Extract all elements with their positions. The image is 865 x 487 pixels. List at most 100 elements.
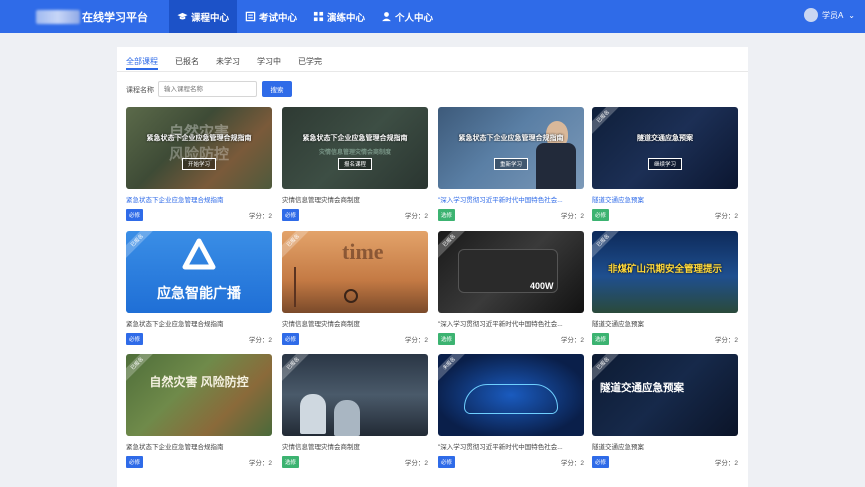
enrolled-ribbon: 已报名 [282,231,314,262]
required-badge: 必修 [126,456,144,468]
thumbnail-title: 隧道交通应急预案 [637,135,693,142]
course-thumbnail[interactable]: 已报名 隧道交通应急预案 [592,354,738,436]
course-card[interactable]: 已报名 应急智能广播 紧急状态下企业应急管理合规指南 必修 学分：2 [126,231,272,345]
enrolled-ribbon: 已报名 [126,231,158,262]
required-badge: 必修 [282,209,300,221]
elective-badge: 选修 [592,333,610,345]
credit: 学分：2 [714,337,738,344]
thumbnail-title: 紧急状态下企业应急管理合规指南 [146,135,252,142]
tab-not-started[interactable]: 未学习 [216,54,240,70]
course-title[interactable]: 灾情信息管理灾情会商制度 [282,318,428,327]
user-icon [382,12,391,22]
search-button[interactable]: 搜索 [262,81,292,97]
course-title[interactable]: "深入学习贯彻习近平新时代中国特色社会... [438,441,584,450]
required-badge: 必修 [126,333,144,345]
credit: 学分：2 [560,460,584,467]
broadcast-logo-icon [182,238,216,270]
course-thumbnail[interactable]: 灾情信息管理灾情会商制度 紧急状态下企业应急管理合规指南 报名课程 [282,107,428,189]
elective-badge: 选修 [438,209,456,221]
course-title[interactable]: 紧急状态下企业应急管理合规指南 [126,318,272,327]
enrolled-ribbon: 已报名 [282,354,314,385]
course-card[interactable]: 已报名 隧道交通应急预案 继续学习 隧道交通应急预案 必修 学分：2 [592,107,738,221]
course-title[interactable]: 紧急状态下企业应急管理合规指南 [126,194,272,203]
exam-icon [245,11,256,22]
course-title[interactable]: "深入学习贯彻习近平新时代中国特色社会... [438,318,584,327]
main-nav: 课程中心 考试中心 演练中心 个人中心 [169,0,441,33]
thumbnail-title: 应急智能广播 [157,285,241,301]
credit: 学分：2 [714,460,738,467]
course-card[interactable]: 已报名 隧道交通应急预案 隧道交通应急预案 必修 学分：2 [592,354,738,468]
course-tabs: 全部课程 已报名 未学习 学习中 已学完 [126,54,339,70]
course-title[interactable]: "深入学习贯彻习近平新时代中国特色社会... [438,194,584,203]
credit: 学分：2 [248,460,272,467]
course-card[interactable]: 已报名 自然灾害 风险防控 紧急状态下企业应急管理合规指南 必修 学分：2 [126,354,272,468]
nav-exam-center[interactable]: 考试中心 [237,0,305,33]
enroll-course-button[interactable]: 报名课程 [337,158,373,170]
required-badge: 必修 [592,456,610,468]
required-badge: 必修 [126,209,144,221]
course-name-input[interactable] [158,81,257,97]
course-thumbnail[interactable]: 已报名 非煤矿山汛期安全管理提示 [592,231,738,313]
course-card[interactable]: 灾情信息管理灾情会商制度 紧急状态下企业应急管理合规指南 报名课程 灾情信息管理… [282,107,428,221]
course-card[interactable]: 已报名 灾情信息管理灾情会商制度 选修 学分：2 [282,354,428,468]
course-title[interactable]: 隧道交通应急预案 [592,194,738,203]
decorative-text: time [342,239,384,264]
course-thumbnail[interactable]: 已报名 隧道交通应急预案 继续学习 [592,107,738,189]
course-thumbnail[interactable]: 已报名 400W [438,231,584,313]
user-name: 学员A [821,10,844,20]
thumbnail-title: 自然灾害 风险防控 [149,375,249,389]
nav-personal-center[interactable]: 个人中心 [373,0,441,33]
course-title[interactable]: 灾情信息管理灾情会商制度 [282,194,428,203]
course-thumbnail[interactable]: 自然灾害 风险防控 紧急状态下企业应急管理合规指南 开始学习 [126,107,272,189]
continue-learning-button[interactable]: 继续学习 [647,158,683,170]
start-learning-button[interactable]: 开始学习 [181,158,217,170]
drill-icon [313,11,324,22]
credit: 学分：2 [248,337,272,344]
credit: 学分：2 [560,337,584,344]
tab-in-progress[interactable]: 学习中 [257,54,281,70]
credit: 学分：2 [404,213,428,220]
course-card[interactable]: 紧急状态下企业应急管理合规指南 重新学习 "深入学习贯彻习近平新时代中国特色社会… [438,107,584,221]
course-thumbnail[interactable]: 紧急状态下企业应急管理合规指南 重新学习 [438,107,584,189]
course-card[interactable]: 自然灾害 风险防控 紧急状态下企业应急管理合规指南 开始学习 紧急状态下企业应急… [126,107,272,221]
tab-completed[interactable]: 已学完 [298,54,322,70]
tab-all-courses[interactable]: 全部课程 [126,54,158,70]
chevron-down-icon: ⌄ [848,10,855,20]
logo[interactable]: 在线学习平台 [36,9,148,25]
course-title[interactable]: 隧道交通应急预案 [592,318,738,327]
course-thumbnail[interactable]: 已报名 [282,354,428,436]
nav-label: 个人中心 [395,12,434,24]
user-menu[interactable]: 学员A ⌄ [803,8,855,22]
course-card[interactable]: 已报名 非煤矿山汛期安全管理提示 隧道交通应急预案 选修 学分：2 [592,231,738,345]
credit: 学分：2 [404,337,428,344]
course-card[interactable]: 已报名 time 灾情信息管理灾情会商制度 必修 学分：2 [282,231,428,345]
course-title[interactable]: 紧急状态下企业应急管理合规指南 [126,441,272,450]
course-title[interactable]: 隧道交通应急预案 [592,441,738,450]
elective-badge: 必修 [592,209,610,221]
relearn-button[interactable]: 重新学习 [493,158,529,170]
elective-badge: 选修 [438,333,456,345]
app-title: 在线学习平台 [82,12,148,24]
search-label: 课程名称 [126,87,154,94]
credit: 学分：2 [248,213,272,220]
course-thumbnail[interactable]: 已报名 自然灾害 风险防控 [126,354,272,436]
thumbnail-title: 紧急状态下企业应急管理合规指南 [458,135,564,142]
course-card[interactable]: 未报名 "深入学习贯彻习近平新时代中国特色社会... 必修 学分：2 [438,354,584,468]
graduation-cap-icon [177,12,188,20]
elective-badge: 选修 [282,456,300,468]
nav-course-center[interactable]: 课程中心 [169,0,238,33]
course-thumbnail[interactable]: 未报名 [438,354,584,436]
avatar [803,8,818,22]
course-title[interactable]: 灾情信息管理灾情会商制度 [282,441,428,450]
course-thumbnail[interactable]: 已报名 time [282,231,428,313]
not-started-ribbon: 未报名 [438,354,470,385]
thumbnail-title: 紧急状态下企业应急管理合规指南 [302,135,408,142]
nav-drill-center[interactable]: 演练中心 [305,0,373,33]
tab-enrolled[interactable]: 已报名 [175,54,199,70]
credit: 学分：2 [404,460,428,467]
nav-label: 考试中心 [259,12,298,24]
course-thumbnail[interactable]: 已报名 应急智能广播 [126,231,272,313]
credit: 学分：2 [714,213,738,220]
credit: 学分：2 [560,213,584,220]
course-card[interactable]: 已报名 400W "深入学习贯彻习近平新时代中国特色社会... 选修 学分：2 [438,231,584,345]
